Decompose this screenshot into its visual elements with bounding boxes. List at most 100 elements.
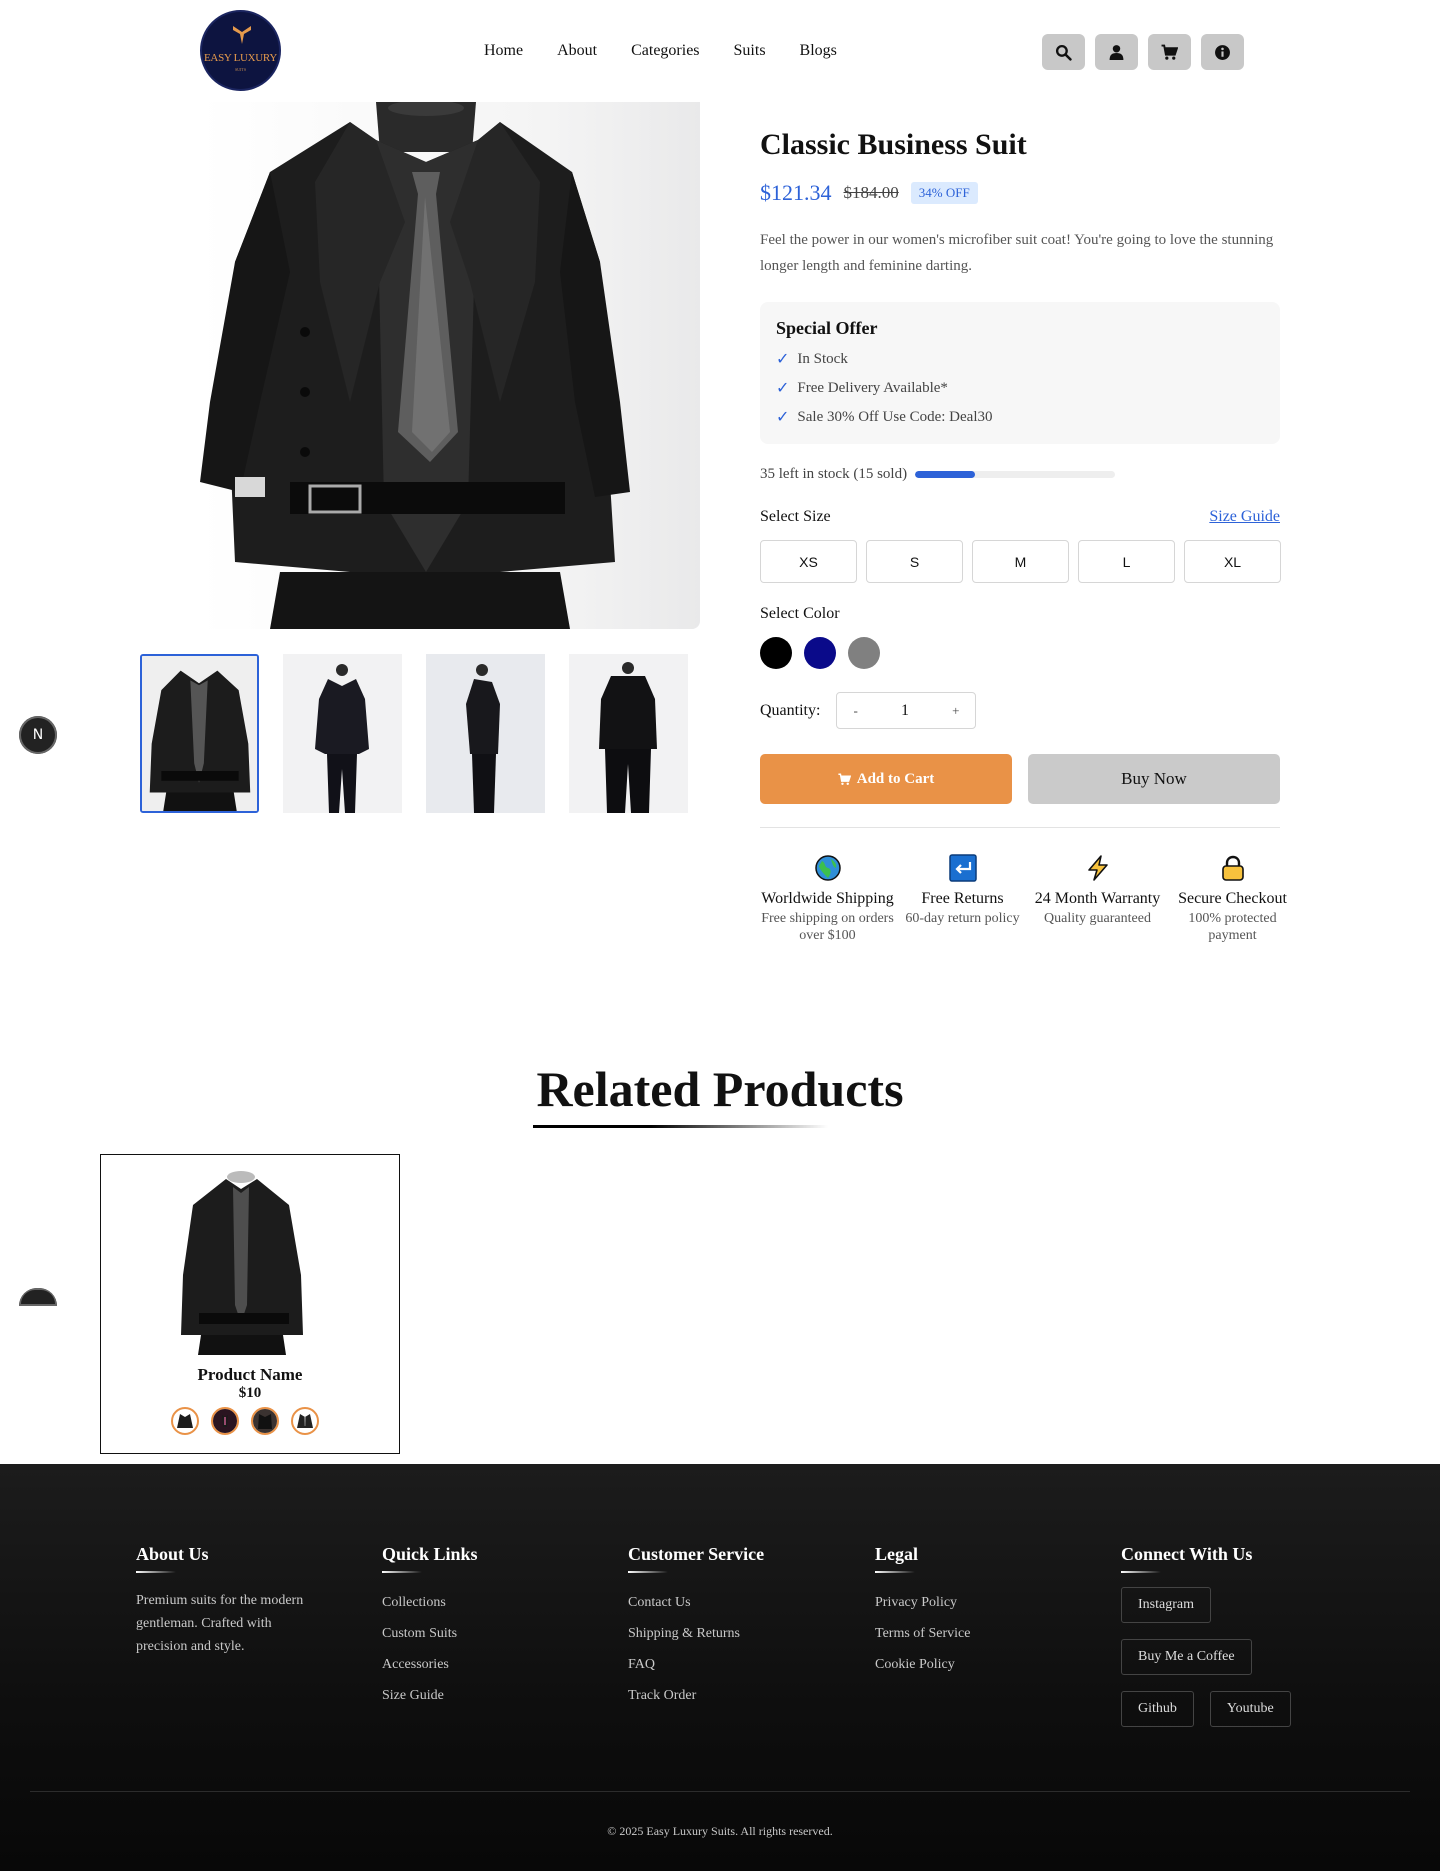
main-nav: Home About Categories Suits Blogs — [484, 42, 837, 60]
variant-thumb[interactable] — [171, 1407, 199, 1435]
thumbnail-3-image — [426, 654, 545, 813]
info-button[interactable] — [1201, 34, 1244, 70]
footer-link-track-order[interactable]: Track Order — [628, 1680, 764, 1711]
heading-underline — [382, 1571, 422, 1573]
variant-thumb[interactable] — [291, 1407, 319, 1435]
footer-link-faq[interactable]: FAQ — [628, 1649, 764, 1680]
nav-about[interactable]: About — [557, 42, 597, 60]
nav-blogs[interactable]: Blogs — [800, 42, 837, 60]
thumbnail-gallery — [140, 654, 688, 813]
feature-item: Secure Checkout 100% protected payment — [1165, 854, 1300, 944]
suit-thumbnail — [171, 1165, 331, 1355]
feature-subtitle: 100% protected payment — [1188, 911, 1277, 943]
check-icon: ✓ — [776, 380, 790, 397]
size-xs-button[interactable]: XS — [760, 540, 857, 583]
nav-categories[interactable]: Categories — [631, 42, 699, 60]
product-main-image[interactable] — [200, 102, 700, 629]
instagram-button[interactable]: Instagram — [1121, 1587, 1211, 1623]
color-options — [760, 637, 880, 669]
globe-icon — [814, 855, 841, 881]
related-products-title: Related Products — [536, 1061, 904, 1117]
nav-home[interactable]: Home — [484, 42, 523, 60]
footer-link-collections[interactable]: Collections — [382, 1587, 478, 1618]
quantity-input[interactable]: 1 — [901, 702, 909, 720]
about-text: Premium suits for the modern gentleman. … — [136, 1593, 304, 1654]
suit-image — [200, 102, 630, 629]
cart-icon — [1161, 44, 1178, 60]
buy-me-a-coffee-button[interactable]: Buy Me a Coffee — [1121, 1639, 1252, 1675]
offer-item: ✓ Sale 30% Off Use Code: Deal30 — [776, 403, 1264, 432]
cart-button[interactable] — [1148, 34, 1191, 70]
offer-item-label: Free Delivery Available* — [797, 380, 948, 396]
footer-link-accessories[interactable]: Accessories — [382, 1649, 478, 1680]
thumbnail-4-image — [569, 654, 688, 813]
title-underline — [533, 1125, 828, 1128]
size-l-button[interactable]: L — [1078, 540, 1175, 583]
size-s-button[interactable]: S — [866, 540, 963, 583]
footer-link-terms[interactable]: Terms of Service — [875, 1618, 970, 1649]
footer-heading: Legal — [875, 1544, 918, 1564]
feature-title: Worldwide Shipping — [761, 890, 894, 907]
size-xl-button[interactable]: XL — [1184, 540, 1281, 583]
feature-item: Free Returns 60-day return policy — [895, 854, 1030, 944]
variant-thumb-image — [177, 1414, 193, 1428]
footer-heading: Customer Service — [628, 1544, 765, 1564]
site-footer: About Us Premium suits for the modern ge… — [0, 1464, 1440, 1871]
footer-legal: Legal Privacy Policy Terms of Service Co… — [875, 1544, 970, 1680]
footer-link-cookies[interactable]: Cookie Policy — [875, 1649, 970, 1680]
thumbnail-1[interactable] — [140, 654, 259, 813]
product-card-price: $10 — [238, 1385, 262, 1401]
variant-thumb-image — [297, 1414, 313, 1428]
original-price: $184.00 — [843, 183, 899, 202]
size-m-button[interactable]: M — [972, 540, 1069, 583]
variant-thumb[interactable] — [251, 1407, 279, 1435]
footer-heading: About Us — [136, 1544, 209, 1564]
quantity-label: Quantity: — [760, 701, 821, 719]
logo-text: EASY LUXURY — [204, 52, 277, 64]
color-swatch-navy[interactable] — [804, 637, 836, 669]
feature-list: Worldwide Shipping Free shipping on orde… — [760, 854, 1300, 944]
account-button[interactable] — [1095, 34, 1138, 70]
product-card-variants — [171, 1407, 319, 1435]
variant-thumb[interactable] — [211, 1407, 239, 1435]
github-button[interactable]: Github — [1121, 1691, 1194, 1727]
price-row: $121.34 $184.00 34% OFF — [760, 180, 978, 206]
thumbnail-2[interactable] — [283, 654, 402, 813]
purchase-actions: Add to Cart Buy Now — [760, 754, 1280, 804]
footer-link-custom-suits[interactable]: Custom Suits — [382, 1618, 478, 1649]
footer-link-shipping[interactable]: Shipping & Returns — [628, 1618, 764, 1649]
color-swatch-gray[interactable] — [848, 637, 880, 669]
add-to-cart-label: Add to Cart — [856, 770, 935, 787]
quantity-stepper: - 1 + — [836, 692, 977, 729]
color-swatch-black[interactable] — [760, 637, 792, 669]
product-card[interactable]: Product Name $10 — [100, 1154, 400, 1454]
decrement-button[interactable]: - — [853, 703, 857, 719]
youtube-button[interactable]: Youtube — [1209, 1691, 1291, 1727]
increment-button[interactable]: + — [952, 703, 959, 719]
thumbnail-1-image — [142, 656, 257, 811]
n-badge-partial[interactable] — [19, 1288, 57, 1306]
feature-title: 24 Month Warranty — [1034, 890, 1161, 907]
footer-link-size-guide[interactable]: Size Guide — [382, 1680, 478, 1711]
brand-logo[interactable]: EASY LUXURY SUITS — [200, 10, 281, 91]
search-button[interactable] — [1042, 34, 1085, 70]
offer-item-label: In Stock — [797, 351, 848, 367]
size-guide-link[interactable]: Size Guide — [1209, 508, 1280, 526]
cart-icon — [838, 772, 851, 785]
footer-heading: Connect With Us — [1121, 1544, 1253, 1564]
return-icon — [948, 854, 977, 882]
footer-link-contact[interactable]: Contact Us — [628, 1587, 764, 1618]
thumbnail-3[interactable] — [426, 654, 545, 813]
logo-subtext: SUITS — [234, 67, 247, 72]
info-icon — [1215, 44, 1230, 60]
add-to-cart-button[interactable]: Add to Cart — [760, 754, 1012, 804]
stock-progress-bar — [915, 471, 1116, 478]
footer-link-privacy[interactable]: Privacy Policy — [875, 1587, 970, 1618]
copyright-text: © 2025 Easy Luxury Suits. All rights res… — [607, 1824, 833, 1838]
thumbnail-4[interactable] — [569, 654, 688, 813]
product-card-image[interactable] — [171, 1165, 331, 1355]
nav-suits[interactable]: Suits — [734, 42, 766, 60]
quantity-row: Quantity: - 1 + — [760, 692, 977, 729]
n-badge[interactable]: N — [19, 716, 57, 754]
buy-now-button[interactable]: Buy Now — [1028, 754, 1280, 804]
